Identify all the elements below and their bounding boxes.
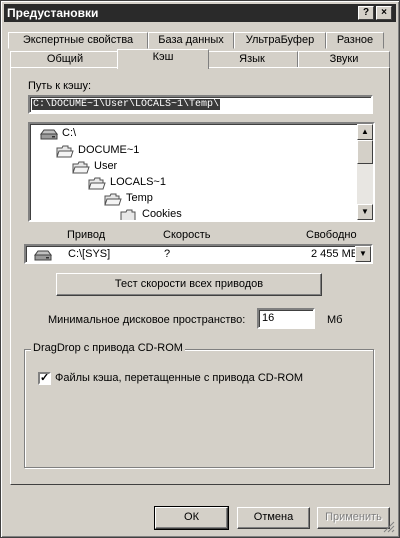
folder-open-icon: [88, 177, 106, 190]
tab-database[interactable]: База данных: [148, 32, 234, 49]
title-bar[interactable]: Предустановки ? ×: [4, 4, 396, 22]
tab-cache[interactable]: Кэш: [117, 49, 209, 69]
dragdrop-groupbox: [24, 349, 374, 468]
tab-expert[interactable]: Экспертные свойства: [8, 32, 148, 49]
drive-icon: [34, 250, 52, 261]
cancel-button[interactable]: Отмена: [237, 507, 310, 529]
drive-header: Привод: [67, 229, 106, 241]
min-space-label: Минимальное дисковое пространство:: [48, 314, 246, 326]
window-title: Предустановки: [7, 6, 99, 20]
scroll-thumb[interactable]: [357, 140, 373, 164]
resize-grip-icon[interactable]: [383, 521, 395, 533]
dragdrop-checkbox-label[interactable]: Файлы кэша, перетащенные с привода CD-RO…: [55, 372, 303, 384]
folder-tree[interactable]: C:\ DOCUME~1 User LOCALS~1 Temp Cookies …: [28, 122, 375, 222]
drive-speed: ?: [164, 248, 171, 260]
tab-misc[interactable]: Разное: [326, 32, 384, 49]
dragdrop-checkbox[interactable]: ✓: [38, 372, 51, 385]
path-value: C:\DOCUME~1\User\LOCALS~1\Temp\: [32, 99, 221, 110]
tab-language[interactable]: Язык: [206, 51, 298, 68]
drive-icon: [40, 129, 58, 140]
min-space-input[interactable]: 16: [257, 308, 315, 329]
drive-free: 2 455 МВ: [311, 248, 359, 260]
folder-open-icon: [72, 161, 90, 174]
drive-name: C:\[SYS]: [68, 248, 111, 260]
preferences-dialog: Предустановки ? × Экспертные свойства Ба…: [0, 0, 400, 538]
folder-open-icon: [104, 193, 122, 206]
ok-button[interactable]: ОК: [154, 506, 229, 530]
chevron-down-icon[interactable]: ▼: [355, 246, 371, 262]
speed-test-button[interactable]: Тест скорости всех приводов: [56, 273, 322, 296]
close-button[interactable]: ×: [376, 6, 392, 20]
speed-header: Скорость: [163, 229, 211, 241]
tree-scrollbar[interactable]: ▲ ▼: [357, 124, 373, 220]
path-input[interactable]: C:\DOCUME~1\User\LOCALS~1\Temp\: [28, 95, 373, 114]
tab-ultrabuffer[interactable]: УльтраБуфер: [234, 32, 326, 49]
free-header: Свободно: [306, 229, 357, 241]
scroll-up-icon[interactable]: ▲: [357, 124, 373, 140]
folder-open-icon: [56, 145, 74, 158]
folder-icon: [120, 209, 136, 220]
scroll-down-icon[interactable]: ▼: [357, 204, 373, 220]
dragdrop-group-title: DragDrop с привода CD-ROM: [31, 342, 185, 354]
tab-sounds[interactable]: Звуки: [298, 51, 390, 68]
path-label: Путь к кэшу:: [28, 80, 92, 92]
help-button[interactable]: ?: [358, 6, 374, 20]
min-space-unit: Мб: [327, 314, 343, 326]
drive-select[interactable]: C:\[SYS] ? 2 455 МВ ▼: [24, 244, 373, 264]
tab-general[interactable]: Общий: [10, 51, 120, 68]
apply-button[interactable]: Применить: [317, 507, 390, 529]
cache-tab-panel: Путь к кэшу: C:\DOCUME~1\User\LOCALS~1\T…: [10, 67, 390, 485]
